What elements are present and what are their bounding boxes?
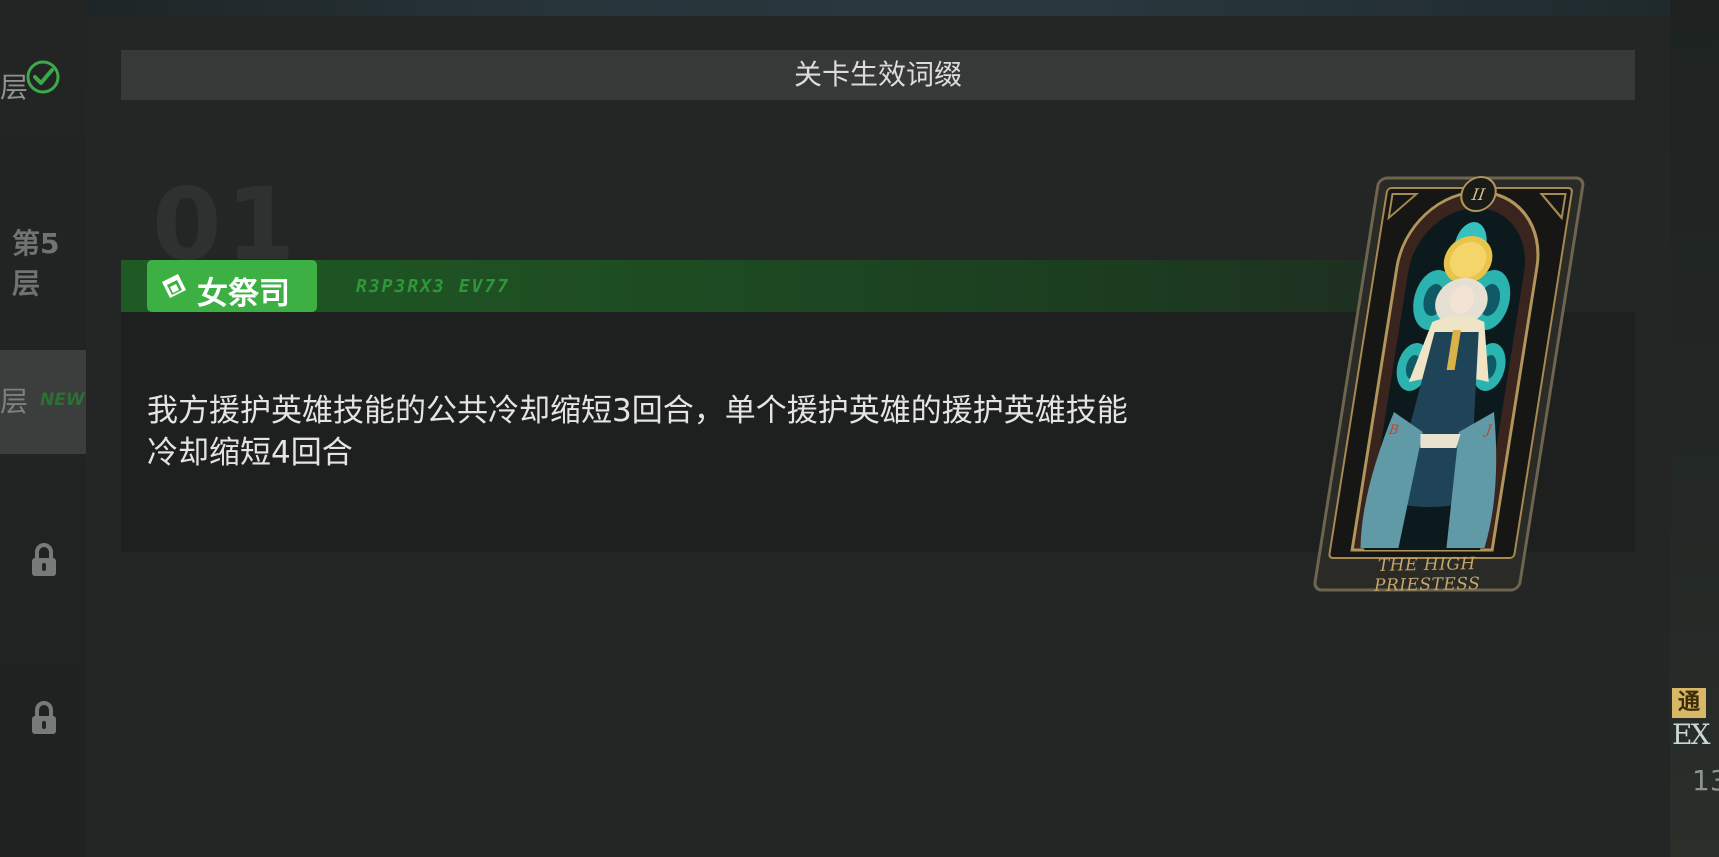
- new-badge: NEW: [40, 390, 85, 410]
- check-icon: [26, 60, 60, 94]
- sidebar-item-label: 层: [0, 385, 29, 418]
- sidebar-item-label: 层: [0, 71, 29, 104]
- affix-description: 我方援护英雄技能的公共冷却缩短3回合，单个援护英雄的援护英雄技能冷却缩短4回合: [147, 393, 1128, 471]
- sidebar-item-label: 第5层: [12, 227, 60, 300]
- lock-icon[interactable]: [28, 700, 60, 736]
- tarot-card-title: THE HIGH PRIESTESS: [1373, 554, 1481, 596]
- affix-tag-label: 女祭司: [197, 276, 290, 312]
- affix-tag: 女祭司: [147, 260, 317, 312]
- badge-text: EX: [1672, 718, 1710, 751]
- sidebar-item-cleared[interactable]: 层: [0, 58, 86, 108]
- badge-number: 13: [1692, 764, 1719, 797]
- card-icon: [162, 274, 186, 298]
- affix-code: R3P3RX3 EV77: [356, 276, 511, 297]
- tarot-card-high-priestess: B J II: [1310, 172, 1590, 602]
- lock-icon[interactable]: [28, 542, 60, 578]
- badge-tag: 通: [1672, 688, 1706, 718]
- modal-title: 关卡生效词缀: [121, 50, 1635, 100]
- sidebar-item-floor5[interactable]: 第5层: [0, 220, 86, 300]
- tarot-card-art: B J II: [1313, 176, 1585, 592]
- sidebar-item-selected[interactable]: 层 NEW: [0, 350, 86, 454]
- exchange-badge[interactable]: 通 EX 13: [1670, 688, 1719, 798]
- background-art: [86, 0, 1670, 16]
